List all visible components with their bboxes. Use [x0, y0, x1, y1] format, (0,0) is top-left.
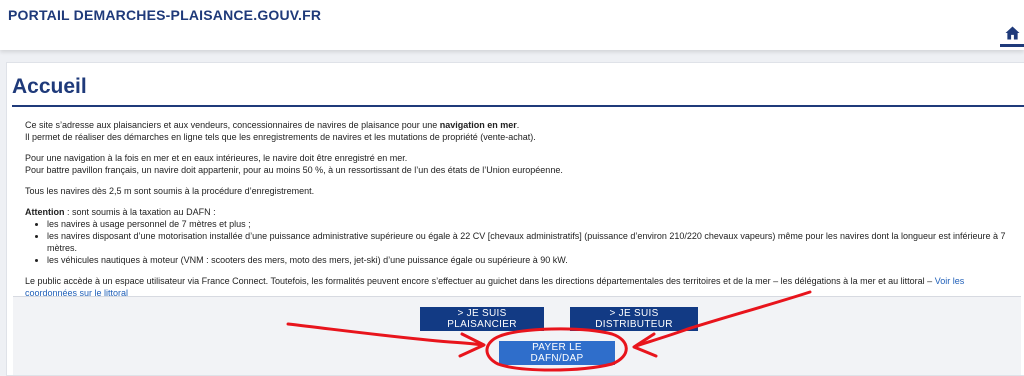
attention-label: Attention: [25, 207, 65, 217]
navigation-paragraph: Pour une navigation à la fois en mer et …: [25, 152, 1015, 176]
intro-line1-suffix: .: [516, 120, 520, 130]
intro-paragraph: Ce site s’adresse aux plaisanciers et au…: [25, 119, 1015, 143]
action-panel: > JE SUIS PLAISANCIER > JE SUIS DISTRIBU…: [13, 296, 1021, 375]
list-item: les navires à usage personnel de 7 mètre…: [47, 218, 1015, 230]
attention-text: : sont soumis à la taxation au DAFN :: [64, 207, 216, 217]
active-tab-indicator: [1000, 44, 1024, 47]
navigation-line1: Pour une navigation à la fois en mer et …: [25, 153, 408, 163]
intro-navigation-en-mer: navigation en mer: [439, 120, 517, 130]
intro-line2: Il permet de réaliser des démarches en l…: [25, 132, 536, 142]
payer-dafn-button[interactable]: PAYER LE DAFN/DAP: [499, 341, 615, 365]
intro-line1-prefix: Ce site s’adresse aux plaisanciers et au…: [25, 120, 440, 130]
list-item: les véhicules nautiques à moteur (VNM : …: [47, 254, 1015, 266]
title-divider: [12, 105, 1024, 107]
taxation-list: les navires à usage personnel de 7 mètre…: [25, 218, 1015, 266]
site-title[interactable]: PORTAIL DEMARCHES-PLAISANCE.GOUV.FR: [8, 7, 321, 23]
attention-block: Attention : sont soumis à la taxation au…: [25, 206, 1015, 266]
home-icon: [1005, 26, 1019, 40]
distributeur-button[interactable]: > JE SUIS DISTRIBUTEUR: [570, 307, 698, 331]
plaisancier-button[interactable]: > JE SUIS PLAISANCIER: [420, 307, 544, 331]
main-content: Accueil Ce site s’adresse aux plaisancie…: [6, 62, 1024, 376]
list-item: les navires disposant d’une motorisation…: [47, 230, 1015, 254]
registration-paragraph: Tous les navires dès 2,5 m sont soumis à…: [25, 186, 315, 196]
intro-text: Ce site s’adresse aux plaisanciers et au…: [25, 119, 1015, 308]
page-title: Accueil: [12, 75, 87, 98]
top-header: PORTAIL DEMARCHES-PLAISANCE.GOUV.FR: [0, 0, 1024, 50]
public-text: Le public accède à un espace utilisateur…: [25, 276, 935, 286]
navigation-line2: Pour battre pavillon français, un navire…: [25, 165, 563, 175]
